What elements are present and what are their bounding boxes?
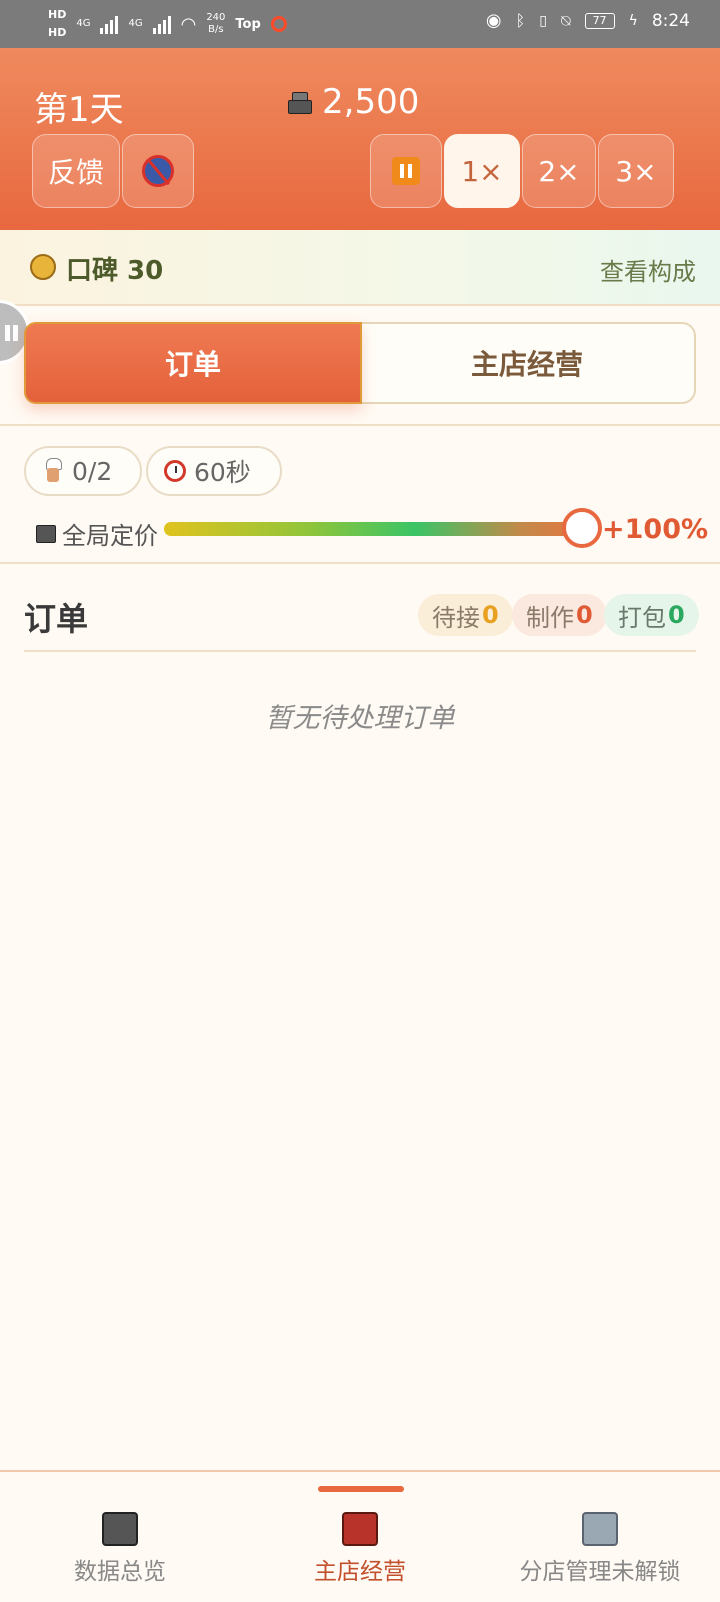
small-register-icon [36,524,56,543]
game-header: 第1天 2,500 反馈 1× 2× 3× [0,48,720,230]
making-badge: 制作 0 [512,594,607,636]
vibrate-icon: ▯ [539,12,547,29]
pending-badge: 待接 0 [418,594,513,636]
price-value: +100% [602,514,709,545]
main-tabs: 订单 主店经营 [24,322,696,404]
divider [24,650,696,652]
nav-main-store[interactable]: 主店经营 [240,1512,480,1586]
speed-2x-button[interactable]: 2× [522,134,596,208]
cash-register-icon [102,1512,138,1546]
mute-notification-icon: ⍉ [560,10,571,30]
view-composition-link[interactable]: 查看构成 [600,252,696,287]
network-type-1: 4G [76,18,91,29]
cash-register-icon [286,90,312,114]
sim-indicators: HD HD [48,6,66,42]
packing-label: 打包 [618,603,666,632]
packing-badge: 打包 0 [604,594,699,636]
staff-count-pill: 0/2 [24,446,142,496]
money-value: 2,500 [322,82,420,122]
bottom-navigation: 数据总览 主店经营 分店管理未解锁 [0,1470,720,1602]
global-price-row: 全局定价 +100% [36,508,708,558]
tab-main-store[interactable]: 主店经营 [360,324,694,402]
signal-icon-1 [100,14,119,34]
empty-orders-message: 暂无待处理订单 [265,703,455,734]
alarm-clock-icon [164,460,186,482]
mute-sound-icon [142,155,174,187]
chef-icon [42,458,64,484]
active-tab-indicator [318,1486,404,1492]
timer-value: 60秒 [194,458,251,487]
tab-orders[interactable]: 订单 [24,322,362,404]
packing-count: 0 [668,601,685,629]
hd-badge-2: HD [48,26,67,39]
global-price-label: 全局定价 [62,522,158,550]
pending-count: 0 [482,601,499,629]
money-display: 2,500 [286,82,419,122]
divider [0,424,720,426]
mute-button[interactable] [122,134,194,208]
signal-icon-2 [152,14,171,34]
pending-label: 待接 [432,603,480,632]
price-slider-track[interactable] [164,522,582,536]
status-bar: HD HD 4G 4G ◠ 240 B/s Top ◉ ᛒ ▯ ⍉ 77 ϟ 8… [0,0,720,48]
branch-building-icon [582,1512,618,1546]
network-type-2: 4G [128,18,143,29]
speed-3x-button[interactable]: 3× [598,134,674,208]
nav-branch-locked[interactable]: 分店管理未解锁 [480,1512,720,1586]
wifi-icon: ◠ [180,13,197,35]
reputation-label: 口碑 30 [66,256,164,286]
reputation-bar: 口碑 30 查看构成 [0,230,720,306]
hd-badge-1: HD [48,8,67,21]
clock: 8:24 [651,10,690,31]
pause-icon [392,157,420,185]
price-slider-thumb[interactable] [562,508,602,548]
charging-icon: ϟ [628,12,638,29]
orders-title: 订单 [24,600,89,638]
top-app-label: Top [235,16,261,32]
feedback-button[interactable]: 反馈 [32,134,120,208]
record-ring-icon [270,16,287,32]
speed-1x-button[interactable]: 1× [444,134,520,208]
shop-icon [342,1512,378,1546]
nav-label: 分店管理未解锁 [519,1559,681,1585]
network-speed: 240 B/s [206,12,225,36]
nav-data-overview[interactable]: 数据总览 [0,1512,240,1586]
nav-label: 数据总览 [74,1559,166,1585]
staff-count: 0/2 [72,456,113,486]
reputation-coin-icon [30,254,56,280]
divider [0,562,720,564]
network-speed-value: 240 [206,12,226,23]
pause-button[interactable] [370,134,442,208]
global-price-label-group: 全局定价 [36,516,158,551]
day-counter: 第1天 [34,90,124,130]
nav-label: 主店经营 [314,1559,406,1585]
bluetooth-icon: ᛒ [515,11,526,30]
timer-pill: 60秒 [146,446,282,496]
eye-icon: ◉ [485,10,502,31]
making-label: 制作 [526,603,574,632]
battery-icon: 77 [584,12,615,29]
network-speed-unit: B/s [208,24,224,35]
making-count: 0 [576,601,593,629]
